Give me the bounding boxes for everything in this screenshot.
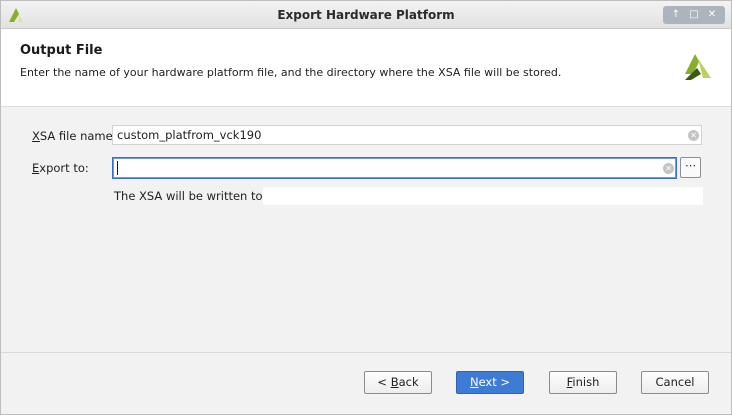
next-mnemonic: N — [469, 375, 479, 389]
back-prefix: < — [377, 375, 391, 389]
next-label: ext > — [478, 375, 511, 389]
xsa-label-text: SA file name: — [39, 129, 117, 143]
xsa-output-note: The XSA will be written to: — [114, 189, 267, 203]
page-title: Output File — [20, 43, 103, 58]
xsa-file-name-value: custom_platfrom_vck190 — [117, 128, 262, 142]
xsa-file-name-label: XSA file name: — [32, 129, 117, 143]
browse-button[interactable]: ⋯ — [680, 157, 701, 178]
back-button[interactable]: < Back — [364, 371, 432, 394]
xsa-file-name-input[interactable]: custom_platfrom_vck190 — [112, 125, 702, 145]
finish-button[interactable]: Finish — [549, 371, 617, 394]
next-button[interactable]: Next > — [456, 371, 524, 394]
text-cursor — [117, 160, 118, 175]
export-hardware-platform-dialog: Export Hardware Platform ↑ □ ✕ Output Fi… — [0, 0, 732, 415]
export-label-text: xport to: — [39, 161, 89, 175]
xsa-output-path — [263, 187, 703, 205]
xsa-label-mnemonic: X — [32, 129, 40, 143]
maximize-icon[interactable]: □ — [686, 6, 702, 24]
clear-export-path-icon[interactable]: ✕ — [663, 163, 674, 174]
wizard-footer: < Back Next > Finish Cancel — [1, 352, 731, 414]
close-icon[interactable]: ✕ — [704, 6, 720, 24]
back-mnemonic: B — [390, 375, 399, 389]
cancel-button[interactable]: Cancel — [641, 371, 709, 394]
finish-label: inish — [572, 375, 600, 389]
minimize-icon[interactable]: ↑ — [668, 6, 684, 24]
wizard-content: XSA file name: custom_platfrom_vck190 ✕ … — [1, 107, 731, 352]
title-bar[interactable]: Export Hardware Platform ↑ □ ✕ — [1, 1, 731, 29]
window-controls: ↑ □ ✕ — [663, 6, 725, 24]
back-label: ack — [398, 375, 419, 389]
export-to-input[interactable] — [112, 157, 677, 179]
wizard-header: Output File Enter the name of your hardw… — [1, 30, 731, 107]
vivado-logo-icon — [685, 54, 711, 80]
page-description: Enter the name of your hardware platform… — [20, 66, 562, 79]
clear-xsa-name-icon[interactable]: ✕ — [688, 130, 699, 141]
window-title: Export Hardware Platform — [277, 8, 455, 22]
export-to-label: Export to: — [32, 161, 89, 175]
